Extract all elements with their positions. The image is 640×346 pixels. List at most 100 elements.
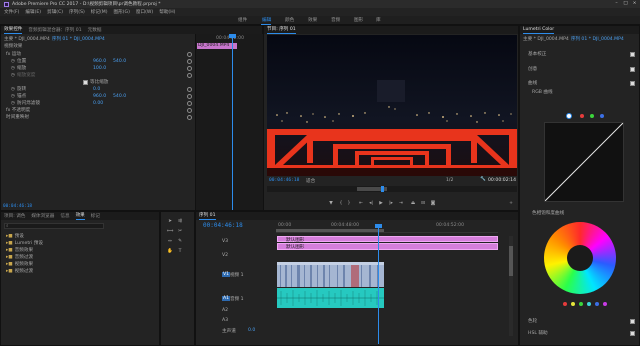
scale-value[interactable]: 100.0: [93, 66, 106, 71]
reset-icon[interactable]: [187, 73, 192, 78]
minimize-button[interactable]: –: [612, 0, 621, 8]
tab-audio-mixer[interactable]: 音频剪辑混合器：序列 01: [28, 27, 81, 33]
menu-file[interactable]: 文件(F): [4, 9, 19, 15]
lumetri-sequence-label[interactable]: 序列 01 * DJI_0004.MP4: [571, 36, 624, 42]
graphic-clip-v3[interactable]: 默认图形: [277, 236, 498, 243]
graphic-clip-v2[interactable]: 默认图形: [277, 243, 498, 250]
selection-tool-icon[interactable]: ➤: [167, 218, 173, 224]
blue-swatch[interactable]: [595, 302, 599, 306]
basic-correction-checkbox[interactable]: [630, 52, 635, 57]
anchor-x-value[interactable]: 960.0: [93, 94, 106, 99]
curves-checkbox[interactable]: [630, 81, 635, 86]
effects-folder-item[interactable]: ▸■ Lumetri 预设: [6, 240, 43, 247]
stopwatch-icon[interactable]: ◷: [11, 73, 15, 78]
effects-folder-item[interactable]: ▸■ 视频效果: [6, 261, 33, 268]
opacity-row[interactable]: fx 不透明度: [6, 107, 30, 113]
pen-tool-icon[interactable]: ✎: [177, 238, 183, 244]
workspace-color[interactable]: 颜色: [285, 17, 294, 23]
effects-folder-item[interactable]: ▸■ 音频效果: [6, 247, 33, 254]
wrench-icon[interactable]: 🔧: [480, 177, 486, 182]
ripple-edit-tool-icon[interactable]: ⟺: [167, 228, 174, 234]
playhead-handle[interactable]: [229, 34, 236, 38]
tab-effects[interactable]: 效果: [76, 212, 85, 220]
yellow-swatch[interactable]: [571, 302, 575, 306]
add-button-icon[interactable]: +: [508, 200, 514, 206]
luma-channel-button[interactable]: [566, 113, 572, 119]
position-x-value[interactable]: 960.0: [93, 59, 106, 64]
time-remap-row[interactable]: 时间重映射: [6, 114, 29, 120]
stopwatch-icon[interactable]: ◷: [11, 94, 15, 99]
tab-effect-controls[interactable]: 效果控件: [4, 26, 22, 34]
tab-metadata[interactable]: 元数据: [88, 27, 102, 33]
effects-search-input[interactable]: ⌕: [4, 223, 104, 229]
play-icon[interactable]: ▶: [378, 200, 384, 206]
reset-icon[interactable]: [187, 66, 192, 71]
tab-project[interactable]: 项目: 调色: [4, 213, 25, 219]
menu-edit[interactable]: 编辑(E): [25, 9, 41, 15]
program-timecode[interactable]: 00:04:46:18: [269, 178, 299, 183]
green-swatch[interactable]: [579, 302, 583, 306]
step-back-icon[interactable]: ◂|: [368, 200, 374, 206]
uniform-scale-checkbox[interactable]: [83, 79, 88, 85]
timeline-playhead-handle[interactable]: [375, 224, 382, 228]
menu-graphics[interactable]: 图形(G): [114, 9, 130, 15]
go-to-in-icon[interactable]: ⇤: [358, 200, 364, 206]
hand-tool-icon[interactable]: ✋: [167, 248, 173, 254]
track-a3-label[interactable]: A3: [222, 318, 228, 323]
mini-clip[interactable]: DJI_0004.MP4: [197, 43, 237, 49]
rgb-curves-row[interactable]: RGB 曲线: [532, 89, 553, 95]
motion-row[interactable]: fx 运动: [6, 51, 21, 57]
color-wheels-checkbox[interactable]: [630, 319, 635, 324]
timeline-playhead[interactable]: [378, 224, 379, 344]
menu-marker[interactable]: 标记(M): [91, 9, 108, 15]
color-wheels-row[interactable]: 色轮: [528, 318, 537, 324]
resolution-dropdown[interactable]: 1/2: [446, 178, 453, 183]
stopwatch-icon[interactable]: ◷: [11, 59, 15, 64]
timeline-vertical-scrollbar[interactable]: [509, 236, 513, 336]
track-a2-label[interactable]: A2: [222, 308, 228, 313]
track-a1-label[interactable]: A1: [222, 296, 231, 301]
reset-icon[interactable]: [187, 59, 192, 64]
hsl-row[interactable]: HSL 辅助: [528, 330, 548, 336]
maximize-button[interactable]: □: [621, 0, 630, 8]
close-button[interactable]: ×: [630, 0, 639, 8]
reset-icon[interactable]: [187, 87, 192, 92]
blue-channel-button[interactable]: [600, 114, 604, 118]
mark-out-icon[interactable]: }: [346, 200, 352, 206]
reset-icon[interactable]: [187, 115, 192, 120]
rgb-curve-graph[interactable]: [544, 122, 624, 202]
workspace-graphics[interactable]: 图形: [354, 17, 363, 23]
creative-row[interactable]: 创意: [528, 66, 537, 72]
curves-row[interactable]: 曲线: [528, 80, 537, 86]
slip-tool-icon[interactable]: ↔: [167, 238, 173, 244]
go-to-out-icon[interactable]: ⇥: [398, 200, 404, 206]
tab-sequence-01[interactable]: 序列 01: [199, 212, 216, 220]
menu-clip[interactable]: 剪辑(C): [47, 9, 63, 15]
lift-icon[interactable]: ⏏: [410, 200, 416, 206]
workspace-effects[interactable]: 效果: [308, 17, 317, 23]
video-preview[interactable]: [267, 35, 517, 176]
menu-window[interactable]: 窗口(W): [136, 9, 153, 15]
lumetri-source-label[interactable]: 主要 * DJI_0004.MP4: [523, 36, 569, 42]
stopwatch-icon[interactable]: ◷: [11, 66, 15, 71]
reset-icon[interactable]: [187, 52, 192, 57]
tab-media-browser[interactable]: 媒体浏览器: [31, 213, 54, 219]
workspace-libraries[interactable]: 库: [376, 17, 381, 23]
basic-correction-row[interactable]: 基本校正: [528, 51, 546, 57]
timeline-timecode[interactable]: 00:04:46:18: [203, 222, 243, 229]
reset-icon[interactable]: [187, 108, 192, 113]
hue-sat-row[interactable]: 色相饱和度曲线: [532, 210, 564, 216]
track-select-tool-icon[interactable]: ⇶: [177, 218, 183, 224]
fit-dropdown[interactable]: 适合: [306, 178, 315, 184]
red-channel-button[interactable]: [580, 114, 584, 118]
type-tool-icon[interactable]: T: [177, 248, 183, 254]
mark-in-icon[interactable]: {: [338, 200, 344, 206]
track-v1-label[interactable]: V1: [222, 272, 231, 277]
position-y-value[interactable]: 540.0: [113, 59, 126, 64]
reset-icon[interactable]: [187, 101, 192, 106]
razor-tool-icon[interactable]: ✂: [177, 228, 183, 234]
antiflicker-value[interactable]: 0.00: [93, 101, 103, 106]
workspace-assembly[interactable]: 组件: [238, 17, 247, 23]
program-scrubber[interactable]: [267, 186, 517, 192]
playhead-line[interactable]: [232, 34, 233, 210]
